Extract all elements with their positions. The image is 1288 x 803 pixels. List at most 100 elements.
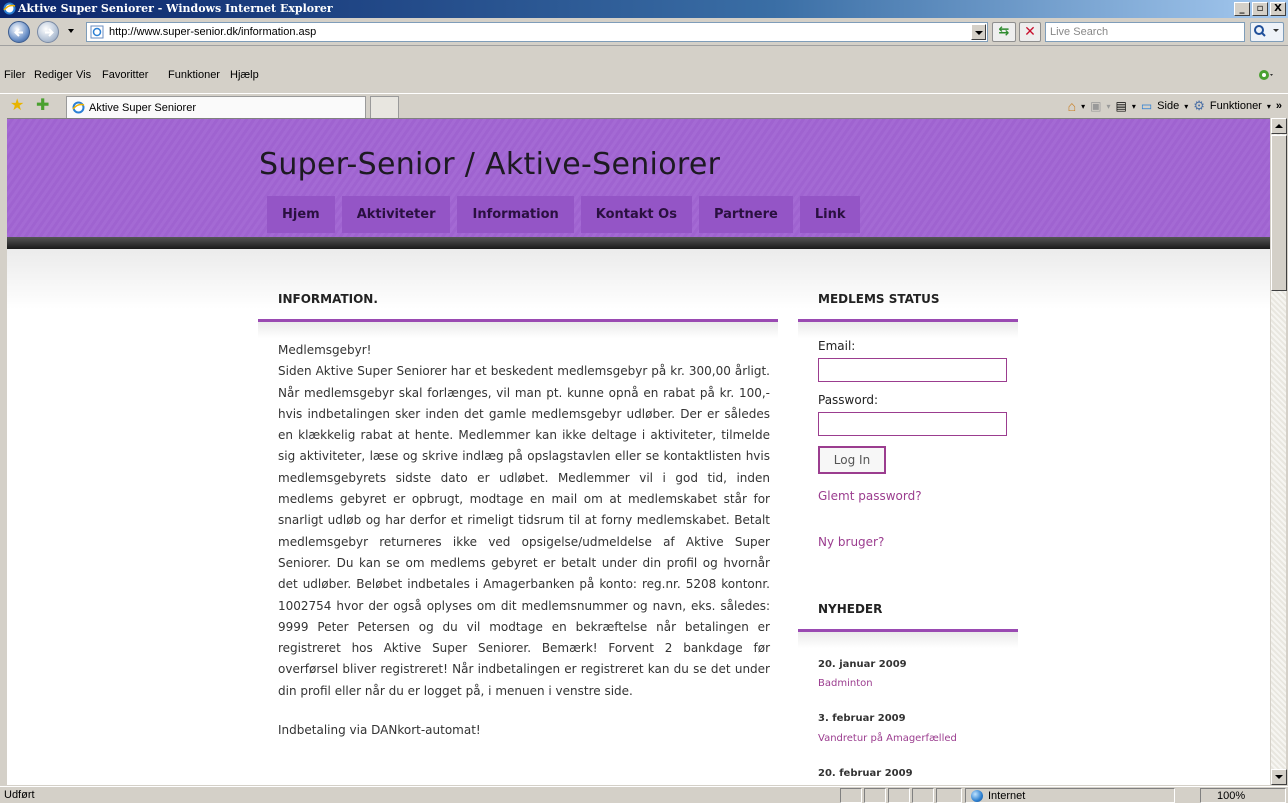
nav-link[interactable]: Link (799, 196, 861, 233)
member-header-shade (798, 322, 1018, 338)
forward-button[interactable] (37, 21, 59, 43)
home-icon[interactable]: ⌂ (1068, 98, 1076, 114)
scroll-up-button[interactable] (1271, 118, 1287, 134)
zoom-level: 100% (1217, 790, 1246, 802)
nav-home[interactable]: Hjem (267, 196, 335, 233)
tools-dropdown-icon[interactable]: ▾ (1267, 102, 1271, 111)
add-favorite-icon[interactable]: ✚ (36, 97, 49, 113)
news-date: 3. februar 2009 (818, 713, 906, 724)
scroll-thumb[interactable] (1271, 135, 1287, 291)
login-button[interactable]: Log In (818, 446, 886, 474)
back-arrow-icon (14, 28, 23, 37)
status-bar: Udført Internet 100% (0, 786, 1288, 803)
window-title: Aktive Super Seniorer - Windows Internet… (18, 2, 333, 15)
page-menu[interactable]: Side (1157, 100, 1179, 112)
menu-file[interactable]: Filer (4, 69, 25, 81)
zone-label: Internet (988, 790, 1026, 802)
address-dropdown-button[interactable] (971, 24, 986, 40)
feeds-icon[interactable]: ▣ (1090, 99, 1101, 113)
gear-icon: ⚙ (1193, 98, 1205, 113)
menu-bar: Filer Rediger Vis Favoritter Funktioner … (0, 66, 1288, 86)
article-subheading: Medlemsgebyr! (278, 343, 372, 357)
nav-contact[interactable]: Kontakt Os (580, 196, 692, 233)
new-tab-button[interactable] (370, 96, 399, 118)
stop-button[interactable]: ✕ (1019, 22, 1041, 42)
menu-tools[interactable]: Funktioner (168, 69, 220, 81)
refresh-button[interactable]: ⇆ (992, 22, 1016, 42)
header-divider (7, 237, 1270, 249)
internet-explorer-icon (3, 2, 16, 15)
forward-arrow-icon (45, 28, 54, 37)
address-url: http://www.super-senior.dk/information.a… (109, 26, 317, 38)
stop-icon: ✕ (1024, 24, 1036, 40)
toolbar-overflow-icon[interactable]: » (1276, 100, 1282, 112)
article-body: Siden Aktive Super Seniorer har et beske… (278, 364, 770, 698)
print-icon[interactable]: ▤ (1115, 99, 1126, 113)
main-article: Medlemsgebyr! Siden Aktive Super Seniore… (278, 340, 770, 741)
live-search-input[interactable]: Live Search (1045, 22, 1245, 42)
menu-view[interactable]: Vis (76, 69, 91, 81)
page-icon (90, 25, 104, 39)
security-zone[interactable]: Internet (965, 788, 1175, 803)
news-header-shade (798, 632, 1018, 648)
home-dropdown-icon[interactable]: ▾ (1081, 102, 1085, 111)
command-bar: ⌂ ▾ ▣ ▾ ▤ ▾ ▭ Side ▾ ⚙ Funktioner ▾ » (1068, 98, 1282, 114)
news-header: NYHEDER (798, 586, 1018, 632)
tab-title: Aktive Super Seniorer (89, 102, 196, 114)
news-link[interactable]: Vandretur på Amagerfælled (818, 733, 957, 744)
status-text: Udført (4, 789, 35, 801)
status-cell (840, 788, 862, 803)
minimize-button[interactable]: _ (1234, 2, 1250, 16)
history-dropdown-icon[interactable] (68, 29, 74, 33)
nav-information[interactable]: Information (457, 196, 574, 233)
scroll-down-button[interactable] (1271, 769, 1287, 785)
status-cell (912, 788, 934, 803)
address-input[interactable]: http://www.super-senior.dk/information.a… (86, 22, 988, 42)
page-menu-icon: ▭ (1140, 99, 1153, 113)
main-heading: INFORMATION. (278, 292, 378, 306)
email-label: Email: (818, 339, 856, 353)
member-status-header: MEDLEMS STATUS (798, 276, 1018, 322)
tab-bar: ★ ✚ Aktive Super Seniorer ⌂ ▾ ▣ ▾ ▤ ▾ ▭ Sid… (0, 93, 1288, 118)
toolbar-options-icon[interactable] (1258, 68, 1274, 82)
main-header-shade (258, 322, 778, 338)
zoom-control[interactable]: 100% (1200, 788, 1286, 803)
nav-activities[interactable]: Aktiviteter (341, 196, 451, 233)
maximize-button[interactable]: ▫ (1252, 2, 1268, 16)
close-button[interactable]: X (1270, 2, 1286, 16)
tab-aktive-super-seniorer[interactable]: Aktive Super Seniorer (66, 96, 366, 118)
back-button[interactable] (8, 21, 30, 43)
menu-edit[interactable]: Rediger (34, 69, 73, 81)
vertical-scrollbar[interactable] (1270, 118, 1287, 785)
internet-explorer-icon (72, 101, 85, 114)
feeds-dropdown-icon[interactable]: ▾ (1106, 102, 1110, 111)
password-field[interactable] (818, 412, 1007, 436)
nav-partners[interactable]: Partnere (698, 196, 793, 233)
search-icon (1254, 25, 1279, 37)
tools-menu[interactable]: Funktioner (1210, 100, 1262, 112)
menu-favorites[interactable]: Favoritter (102, 69, 148, 81)
search-button[interactable] (1250, 22, 1284, 42)
forgot-password-link[interactable]: Glemt password? (818, 489, 922, 503)
news-link[interactable]: Badminton (818, 678, 873, 689)
status-cell (888, 788, 910, 803)
page-dropdown-icon[interactable]: ▾ (1184, 102, 1188, 111)
password-label: Password: (818, 393, 879, 407)
news-heading: NYHEDER (818, 602, 883, 616)
main-section-header: INFORMATION. (258, 276, 778, 322)
site-header: Super-Senior / Aktive-Seniorer Hjem Akti… (7, 119, 1270, 249)
window-title-bar[interactable]: Aktive Super Seniorer - Windows Internet… (0, 0, 1288, 18)
menu-help[interactable]: Hjælp (230, 69, 259, 81)
favorites-center-icon[interactable]: ★ (10, 97, 24, 113)
site-title: Super-Senior / Aktive-Seniorer (259, 147, 721, 182)
status-cell (936, 788, 962, 803)
email-field[interactable] (818, 358, 1007, 382)
status-cell (864, 788, 886, 803)
globe-icon (971, 790, 983, 802)
member-status-heading: MEDLEMS STATUS (818, 292, 940, 306)
refresh-icon: ⇆ (998, 24, 1010, 39)
news-date: 20. februar 2009 (818, 768, 913, 779)
article-subheading-2: Indbetaling via DANkort-automat! (278, 723, 481, 738)
new-user-link[interactable]: Ny bruger? (818, 535, 884, 549)
print-dropdown-icon[interactable]: ▾ (1132, 102, 1136, 111)
